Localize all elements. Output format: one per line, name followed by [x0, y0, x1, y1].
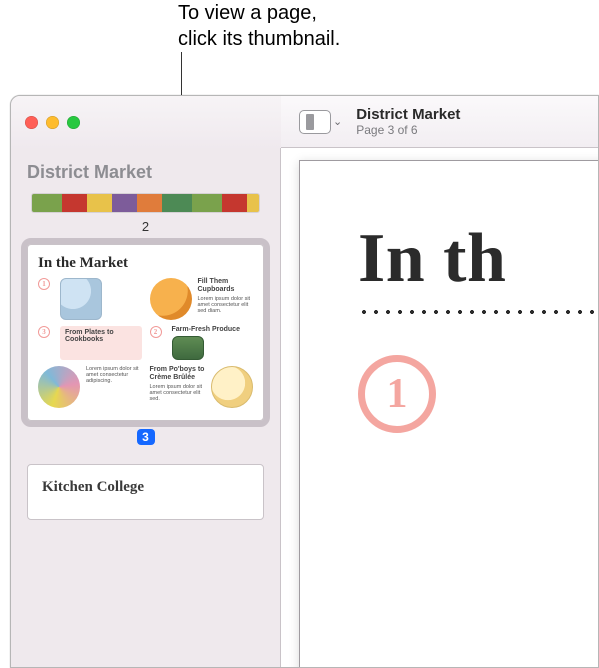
document-canvas: ⌄ District Market Page 3 of 6 In th 1 [281, 96, 598, 667]
step-badge-3-icon: 3 [38, 326, 50, 338]
callout-line-1: To view a page, [178, 0, 340, 26]
app-window: District Market 2 In the Market 1 Fill T… [10, 95, 599, 668]
dotted-rule [358, 309, 598, 315]
thumb-item-1-heading: Fill Them Cupboards [198, 278, 254, 294]
document-page-indicator: Page 3 of 6 [356, 123, 460, 137]
minimize-icon[interactable] [46, 116, 59, 129]
step-number-1: 1 [358, 355, 436, 433]
document-toolbar: ⌄ District Market Page 3 of 6 [281, 96, 598, 148]
thumbnail-current-badge: 3 [137, 429, 155, 445]
jar-illustration-icon [60, 278, 102, 320]
thumb-item-3-heading: From Plates to Cookbooks [60, 326, 142, 360]
sidebar-panel-icon [299, 110, 331, 134]
page-heading: In th [358, 219, 598, 299]
page-canvas[interactable]: In th 1 [299, 160, 598, 667]
thumbnail-3-content: 1 Fill Them Cupboards Lorem ipsum dolor … [38, 278, 253, 408]
sidebar-toggle-button[interactable]: ⌄ [299, 110, 342, 134]
thumb-item-2-heading: Farm-Fresh Produce [172, 326, 240, 334]
document-meta: District Market Page 3 of 6 [356, 106, 460, 137]
step-badge-1-icon: 1 [38, 278, 50, 290]
zoom-icon[interactable] [67, 116, 80, 129]
thumbnail-page-strip[interactable] [31, 193, 260, 213]
thumbnail-4-title: Kitchen College [42, 479, 249, 496]
sidebar-doc-title: District Market [27, 162, 264, 183]
callout-text: To view a page, click its thumbnail. [178, 0, 340, 52]
thumbnails-sidebar: District Market 2 In the Market 1 Fill T… [11, 148, 281, 667]
bowls-illustration-icon [38, 366, 80, 408]
pastry-illustration-icon [211, 366, 253, 408]
thumbnail-page-3[interactable]: In the Market 1 Fill Them Cupboards Lore… [27, 244, 264, 421]
step-badge-2-icon: 2 [150, 326, 162, 338]
callout-line-2: click its thumbnail. [178, 26, 340, 52]
thumb-item-4-body: Lorem ipsum dolor sit amet consectetur e… [150, 384, 206, 402]
window-controls [25, 116, 80, 129]
thumbnail-page-4[interactable]: Kitchen College [27, 464, 264, 520]
chevron-down-icon: ⌄ [333, 115, 342, 128]
window-body: District Market 2 In the Market 1 Fill T… [11, 148, 598, 667]
orange-illustration-icon [150, 278, 192, 320]
thumb-item-3-body: Lorem ipsum dolor sit amet consectetur a… [86, 366, 142, 408]
crate-illustration-icon [172, 336, 204, 360]
thumb-item-4-heading: From Po'boys to Crème Brûlée [150, 366, 206, 382]
thumbnail-3-title: In the Market [38, 255, 253, 272]
document-name: District Market [356, 106, 460, 123]
thumb-item-1-body: Lorem ipsum dolor sit amet consectetur e… [198, 296, 254, 314]
close-icon[interactable] [25, 116, 38, 129]
jar-lids-illustration-icon [370, 626, 598, 667]
thumbnail-page-number-2: 2 [25, 219, 266, 234]
